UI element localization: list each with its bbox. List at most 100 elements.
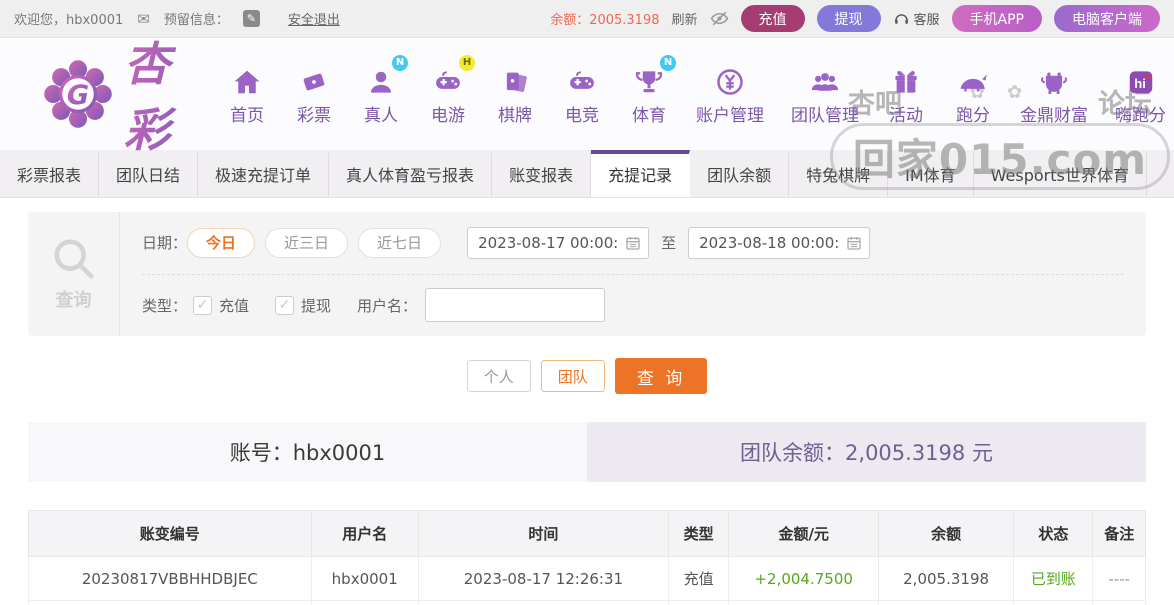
- logout-link[interactable]: 安全退出: [288, 9, 340, 28]
- brand-logo[interactable]: G 杏彩: [42, 28, 201, 160]
- to-label: 至: [661, 232, 676, 253]
- col-header-账变编号: 账变编号: [29, 511, 312, 557]
- username-input[interactable]: [425, 288, 605, 322]
- new-badge: N: [660, 55, 676, 71]
- search-icon: [51, 236, 97, 282]
- nav-item-label: 金鼎财富: [1020, 101, 1088, 126]
- message-icon[interactable]: ✉: [137, 10, 150, 28]
- nav-item-真人[interactable]: N 真人: [361, 63, 401, 126]
- pc-client-button[interactable]: 电脑客户端: [1054, 5, 1160, 32]
- cards-icon: [500, 63, 530, 97]
- customer-service-link[interactable]: 客服: [893, 9, 940, 28]
- account-number: 账号：hbx0001: [28, 422, 587, 482]
- col-header-时间: 时间: [418, 511, 668, 557]
- nav-item-label: 团队管理: [791, 101, 859, 126]
- nav-item-金鼎财富[interactable]: 金鼎财富: [1020, 63, 1088, 126]
- cell-empty: [311, 601, 418, 605]
- welcome-text: 欢迎您，hbx0001: [14, 9, 123, 28]
- deposit-button[interactable]: 充值: [741, 5, 805, 32]
- username-label: 用户名：: [357, 295, 417, 316]
- checkbox-checked-icon: ✓: [193, 296, 212, 315]
- checkbox-label: 提现: [301, 295, 331, 316]
- range-pill-近三日[interactable]: 近三日: [265, 228, 348, 258]
- quick-range-pills: 今日近三日近七日: [187, 228, 451, 258]
- gamepad-icon: H: [433, 63, 463, 97]
- reserved-info-label: 预留信息：: [164, 9, 229, 28]
- trophy-icon: N: [634, 63, 664, 97]
- cell-balance: 2,005.3198: [879, 557, 1014, 601]
- nav-item-跑分[interactable]: 跑分: [953, 63, 993, 126]
- new-badge: N: [392, 55, 408, 71]
- live-person-icon: N: [366, 63, 396, 97]
- cell-time: 2023-08-17 12:26:31: [418, 557, 668, 601]
- svg-text:G: G: [67, 80, 89, 111]
- balance-text: 余额：2005.3198: [550, 9, 659, 28]
- tab-账变报表[interactable]: 账变报表: [492, 150, 591, 197]
- table-row: 20230817VBBHHDBJEChbx00012023-08-17 12:2…: [29, 557, 1146, 601]
- cell-amount: +2,004.7500: [729, 557, 879, 601]
- tab-特兔棋牌[interactable]: 特兔棋牌: [789, 150, 888, 197]
- team-button[interactable]: 团队: [541, 360, 605, 392]
- tab-极速充提订单[interactable]: 极速充提订单: [198, 150, 329, 197]
- personal-button[interactable]: 个人: [467, 360, 531, 392]
- col-header-金额/元: 金额/元: [729, 511, 879, 557]
- account-summary: 账号：hbx0001 团队余额：2,005.3198 元: [28, 422, 1146, 482]
- nav-item-label: 首页: [230, 101, 264, 126]
- tripod-icon: [1039, 63, 1069, 97]
- brand-name: 杏彩: [124, 28, 201, 160]
- nav-item-电竞[interactable]: 电竞: [562, 63, 602, 126]
- tab-充提记录[interactable]: 充提记录: [591, 150, 690, 197]
- mobile-app-button[interactable]: 手机APP: [952, 5, 1042, 32]
- cell-empty: [729, 601, 879, 605]
- svg-text:hi: hi: [1134, 75, 1146, 90]
- yuan-coin-icon: [715, 63, 745, 97]
- nav-item-首页[interactable]: 首页: [227, 63, 267, 126]
- cell-remark: ----: [1093, 557, 1146, 601]
- date-from-input[interactable]: [467, 227, 649, 259]
- range-pill-近七日[interactable]: 近七日: [358, 228, 441, 258]
- tab-团队余额[interactable]: 团队余额: [690, 150, 789, 197]
- cell-type: 充值: [669, 557, 729, 601]
- tab-IM体育[interactable]: IM体育: [888, 150, 974, 197]
- home-icon: [232, 63, 262, 97]
- range-pill-今日[interactable]: 今日: [187, 228, 255, 258]
- records-table: 账变编号用户名时间类型金额/元余额状态备注20230817VBBHHDBJECh…: [28, 510, 1146, 605]
- col-header-类型: 类型: [669, 511, 729, 557]
- withdraw-button[interactable]: 提现: [817, 5, 881, 32]
- nav-item-活动[interactable]: 活动: [886, 63, 926, 126]
- esports-icon: [567, 63, 597, 97]
- type-checkbox-提现[interactable]: ✓提现: [275, 295, 331, 316]
- nav-item-棋牌[interactable]: 棋牌: [495, 63, 535, 126]
- nav-item-label: 棋牌: [498, 101, 532, 126]
- hi-icon: hi: [1126, 63, 1156, 97]
- nav-item-label: 彩票: [297, 101, 331, 126]
- nav-item-label: 活动: [889, 101, 923, 126]
- nav-item-label: 电竞: [565, 101, 599, 126]
- nav-item-团队管理[interactable]: 团队管理: [791, 63, 859, 126]
- edit-icon[interactable]: ✎: [243, 10, 260, 27]
- query-button[interactable]: 查 询: [615, 358, 707, 394]
- tab-真人体育盈亏报表[interactable]: 真人体育盈亏报表: [329, 150, 492, 197]
- nav-item-label: 真人: [364, 101, 398, 126]
- nav-item-体育[interactable]: N体育: [629, 63, 669, 126]
- eye-off-icon[interactable]: [710, 9, 729, 28]
- checkbox-label: 充值: [219, 295, 249, 316]
- nav-item-彩票[interactable]: 彩票: [294, 63, 334, 126]
- nav-item-嗨跑分[interactable]: hi嗨跑分: [1115, 63, 1166, 126]
- nav-item-label: 电游: [431, 101, 465, 126]
- cell-empty: [418, 601, 668, 605]
- refresh-link[interactable]: 刷新: [672, 9, 698, 28]
- ticket-icon: [299, 63, 329, 97]
- new-badge: H: [459, 55, 475, 71]
- nav-item-电游[interactable]: H 电游: [428, 63, 468, 126]
- type-label: 类型：: [142, 295, 187, 316]
- calendar-icon[interactable]: [846, 235, 862, 251]
- cell-empty: [29, 601, 312, 605]
- calendar-icon[interactable]: [625, 235, 641, 251]
- type-checkbox-充值[interactable]: ✓ 充值: [193, 295, 249, 316]
- nav-item-账户管理[interactable]: 账户管理: [696, 63, 764, 126]
- tab-Wesports世界体育[interactable]: Wesports世界体育: [974, 150, 1147, 197]
- nav-item-label: 跑分: [956, 101, 990, 126]
- team-balance: 团队余额：2,005.3198 元: [587, 422, 1146, 482]
- date-to-input[interactable]: [688, 227, 870, 259]
